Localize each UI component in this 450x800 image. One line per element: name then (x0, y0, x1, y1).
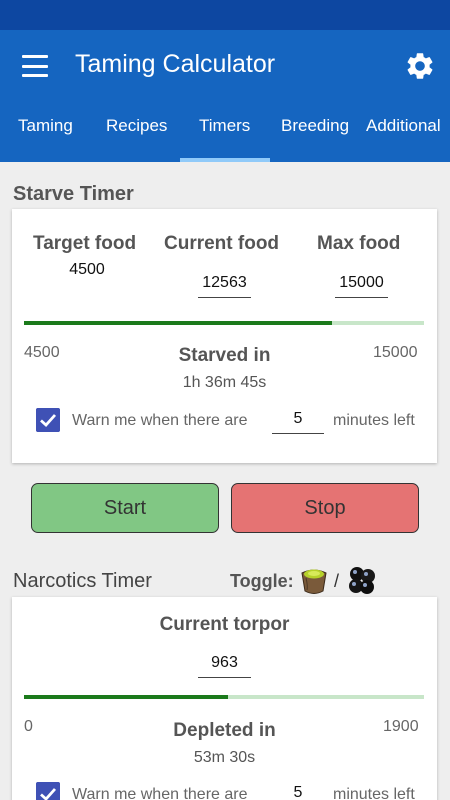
starved-in-label: Starved in (178, 345, 271, 366)
depleted-in-label: Depleted in (173, 720, 276, 741)
current-food-label: Current food (164, 233, 280, 254)
tab-recipes[interactable]: Recipes (106, 116, 167, 136)
starve-timer-title: Starve Timer (13, 183, 134, 205)
tab-additional[interactable]: Additional (366, 116, 441, 136)
stop-button[interactable]: Stop (231, 483, 419, 533)
food-progress-fill (24, 321, 332, 325)
current-food-input[interactable]: 12563 (198, 274, 251, 298)
target-food-value: 4500 (69, 261, 105, 278)
narcotics-timer-title: Narcotics Timer (13, 570, 152, 592)
torpor-progress-fill (24, 695, 228, 699)
max-food-label: Max food (317, 233, 401, 254)
warn-minutes-input[interactable]: 5 (272, 410, 324, 434)
checkbox-checked-icon[interactable] (36, 782, 60, 800)
narcotics-timer-card: Current torpor 963 0 1900 Depleted in 53… (12, 597, 437, 800)
starved-in-time: 1h 36m 45s (182, 374, 267, 391)
narcoberry-icon[interactable] (345, 564, 379, 596)
starve-timer-card: Target food 4500 Current food 12563 Max … (12, 209, 437, 463)
start-button[interactable]: Start (31, 483, 219, 533)
max-food-input[interactable]: 15000 (335, 274, 388, 298)
toggle-label: Toggle: (230, 571, 294, 591)
narcotic-icon[interactable] (298, 564, 330, 596)
status-bar (0, 0, 450, 30)
tab-bar: Taming Recipes Timers Breeding Additiona… (0, 102, 450, 162)
warn-suffix: minutes left (333, 412, 415, 429)
tab-indicator (180, 158, 270, 162)
tab-taming[interactable]: Taming (18, 116, 73, 136)
tab-breeding[interactable]: Breeding (281, 116, 349, 136)
depleted-in-time: 53m 30s (193, 749, 256, 766)
checkbox-checked-icon[interactable] (36, 408, 60, 432)
torpor-progress-bar (24, 695, 424, 699)
food-progress-bar (24, 321, 424, 325)
gear-icon[interactable] (404, 50, 436, 82)
tab-timers[interactable]: Timers (199, 116, 250, 136)
app-title: Taming Calculator (75, 50, 276, 78)
warn-prefix: Warn me when there are (72, 412, 248, 429)
target-food-label: Target food (33, 233, 137, 254)
warn-suffix: minutes left (333, 786, 415, 800)
warn-prefix: Warn me when there are (72, 786, 248, 800)
app-bar: Taming Calculator (0, 30, 450, 102)
toggle-separator: / (334, 571, 340, 591)
hamburger-menu-icon[interactable] (22, 55, 48, 77)
current-torpor-input[interactable]: 963 (198, 654, 251, 678)
warn-minutes-input[interactable]: 5 (272, 784, 324, 800)
current-torpor-label: Current torpor (159, 614, 290, 635)
